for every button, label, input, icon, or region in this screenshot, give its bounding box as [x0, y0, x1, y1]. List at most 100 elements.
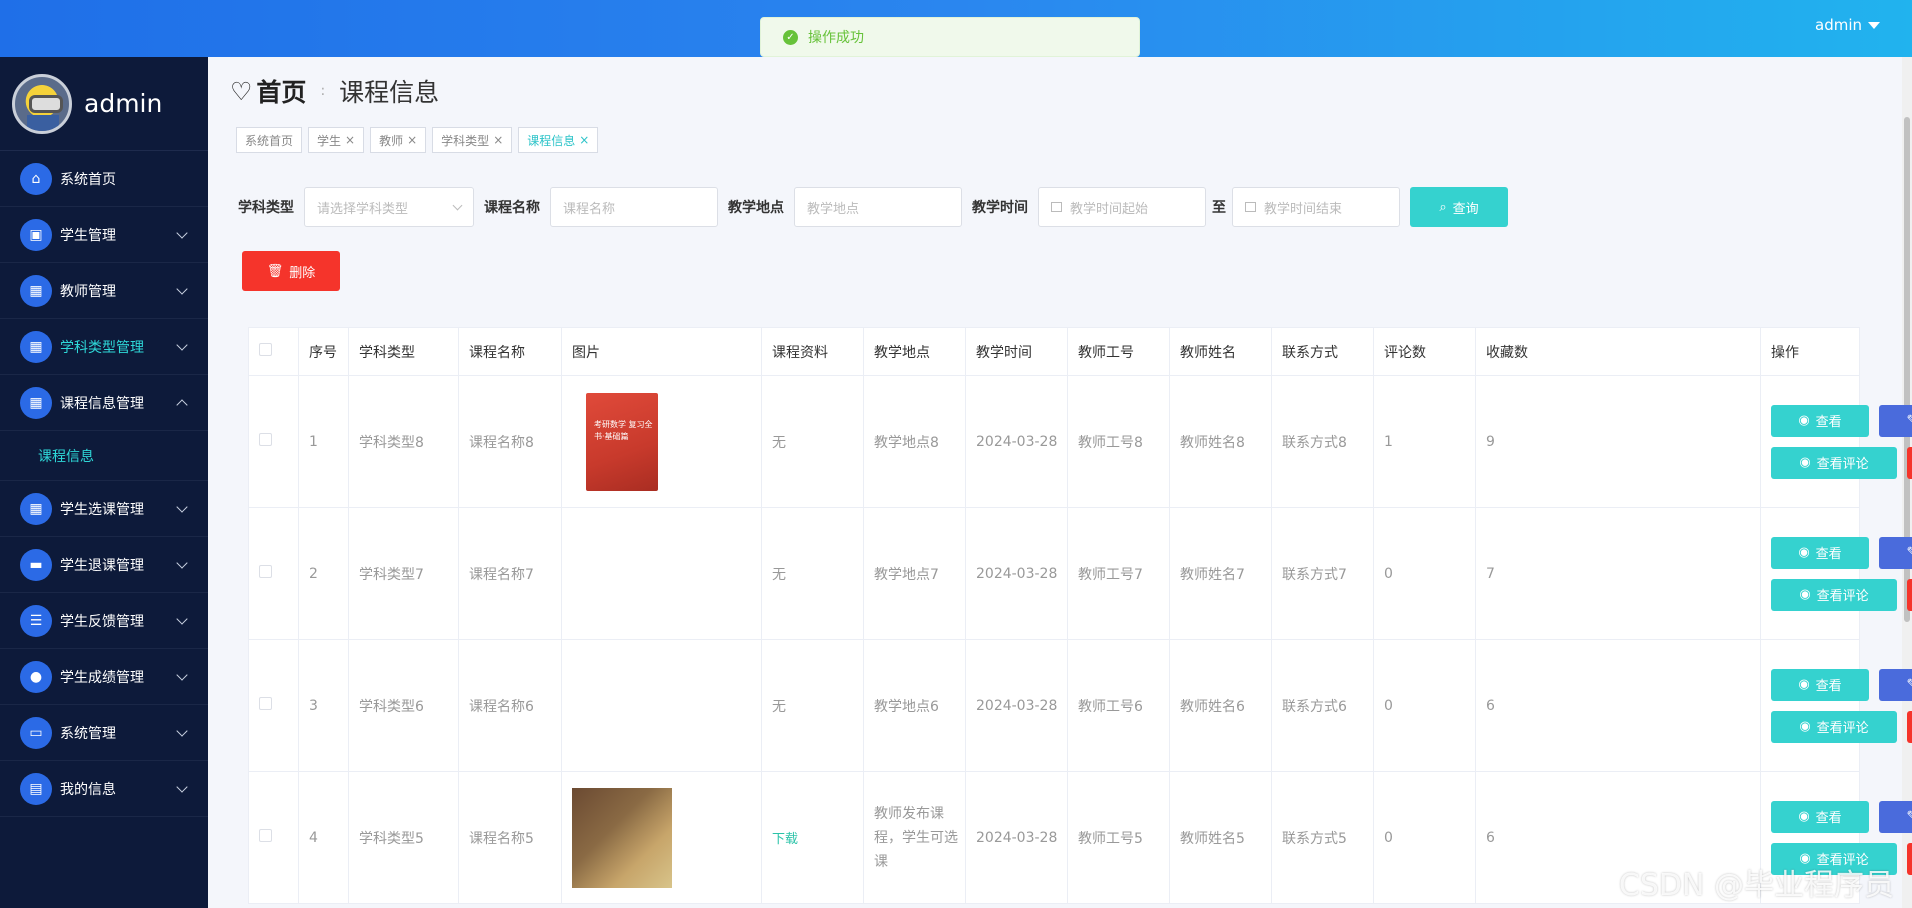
delete-button[interactable]: 🗑删除: [1907, 842, 1912, 875]
tab-label: 课程信息: [527, 133, 576, 148]
batch-delete-button[interactable]: 🗑 删除: [242, 251, 340, 291]
sidebar-item-label: 学生选课管理: [60, 501, 144, 518]
calendar-icon: [1245, 202, 1256, 212]
tab-bar: 系统首页 学生 × 教师 × 学科类型 × 课程信息 ×: [236, 127, 599, 153]
sidebar-item-7[interactable]: ☰ 学生反馈管理: [0, 593, 208, 649]
cell-comments: 0: [1373, 771, 1476, 904]
download-link[interactable]: 下载: [772, 832, 798, 847]
chevron-down-icon: [176, 283, 188, 295]
column-header: 图片: [561, 327, 762, 376]
chevron-down-icon: [176, 781, 188, 793]
chevron-down-icon: [176, 669, 188, 681]
edit-button[interactable]: ✎修改: [1879, 404, 1912, 437]
view-button-label: 查看: [1815, 415, 1842, 430]
sidebar-item-4[interactable]: ▦ 课程信息管理: [0, 375, 208, 431]
view-comments-button-label: 查看评论: [1816, 589, 1869, 604]
course-input[interactable]: 课程名称: [550, 187, 718, 227]
cell-image: [561, 771, 762, 904]
location-label: 教学地点: [728, 200, 784, 216]
sidebar-subitem-course-info[interactable]: 课程信息: [0, 431, 208, 481]
view-button[interactable]: ◉ 查看: [1771, 800, 1869, 833]
sidebar-item-3[interactable]: ▦ 学科类型管理: [0, 319, 208, 375]
chevron-down-icon: [176, 501, 188, 513]
table-row: 1 学科类型8 课程名称8 考研数学 复习全书·基础篇无教学地点8 2024-03-28…: [248, 375, 1912, 508]
page-scrollbar[interactable]: [1902, 57, 1912, 908]
filter-bar: 学科类型 请选择学科类型 课程名称 课程名称 教学地点 教学地点 教学时间 教学…: [238, 187, 1508, 227]
time-start-placeholder: 教学时间起始: [1070, 201, 1149, 217]
row-checkbox[interactable]: [259, 697, 272, 710]
select-all-checkbox[interactable]: [259, 343, 272, 356]
sidebar-item-2[interactable]: ▦ 教师管理: [0, 263, 208, 319]
breadcrumb-home[interactable]: ♡ 首页: [230, 73, 306, 109]
heart-icon: ♡: [230, 76, 253, 106]
location-placeholder: 教学地点: [807, 201, 860, 217]
tab-0[interactable]: 系统首页: [236, 127, 303, 153]
delete-button[interactable]: 🗑删除: [1907, 578, 1912, 611]
cell-time: 2024-03-28: [965, 771, 1068, 904]
sidebar-item-9[interactable]: ▭ 系统管理: [0, 705, 208, 761]
eye-icon: ◉: [1798, 677, 1810, 692]
user-menu-label: admin: [1815, 16, 1862, 34]
chevron-down-icon: [452, 200, 463, 211]
row-checkbox-cell: [248, 375, 299, 508]
sidebar-item-1[interactable]: ▣ 学生管理: [0, 207, 208, 263]
view-button-label: 查看: [1815, 811, 1842, 826]
tab-4[interactable]: 课程信息 ×: [518, 127, 599, 153]
close-icon[interactable]: ×: [345, 133, 355, 147]
search-button-label: 查询: [1452, 201, 1479, 217]
row-actions: ◉ 查看 ✎修改 ◉ 查看评论 🗑删除: [1771, 536, 1912, 611]
sidebar-item-0[interactable]: ⌂ 系统首页: [0, 151, 208, 207]
cell-material: 无: [761, 639, 864, 772]
location-input[interactable]: 教学地点: [794, 187, 962, 227]
cell-teacher_name: 教师姓名7: [1169, 507, 1272, 640]
view-comments-button[interactable]: ◉ 查看评论: [1771, 446, 1897, 479]
actions-cell: ◉ 查看 ✎修改 ◉ 查看评论 🗑删除: [1760, 639, 1912, 772]
calendar-icon: [1051, 202, 1062, 212]
search-button[interactable]: ⌕ 查询: [1410, 187, 1508, 227]
cell-subject: 学科类型7: [348, 507, 459, 640]
table-row: 4 学科类型5 课程名称5 下载 教师发布课程，学生可选课 2024-03-28 教师工号5…: [248, 771, 1912, 904]
avatar: [12, 73, 72, 134]
cell-favorites: 7: [1475, 507, 1761, 640]
breadcrumb: ♡ 首页 : 课程信息: [230, 73, 439, 109]
close-icon[interactable]: ×: [579, 133, 589, 147]
view-comments-button[interactable]: ◉ 查看评论: [1771, 710, 1897, 743]
sidebar-item-label: 学生反馈管理: [60, 613, 144, 630]
header-checkbox-cell: [248, 327, 299, 376]
sidebar-item-5[interactable]: ▦ 学生选课管理: [0, 481, 208, 537]
row-checkbox[interactable]: [259, 829, 272, 842]
success-toast: ✓ 操作成功: [760, 17, 1140, 57]
view-comments-button[interactable]: ◉ 查看评论: [1771, 578, 1897, 611]
view-button[interactable]: ◉ 查看: [1771, 536, 1869, 569]
cell-teacher_id: 教师工号7: [1067, 507, 1170, 640]
row-checkbox[interactable]: [259, 433, 272, 446]
chevron-down-icon: [176, 613, 188, 625]
tab-3[interactable]: 学科类型 ×: [432, 127, 513, 153]
cell-subject: 学科类型6: [348, 639, 459, 772]
close-icon[interactable]: ×: [407, 133, 417, 147]
time-end-input[interactable]: 教学时间结束: [1232, 187, 1400, 227]
sidebar-item-8[interactable]: ● 学生成绩管理: [0, 649, 208, 705]
edit-button[interactable]: ✎修改: [1879, 536, 1912, 569]
tab-1[interactable]: 学生 ×: [308, 127, 365, 153]
cell-favorites: 6: [1475, 639, 1761, 772]
user-menu[interactable]: admin: [1815, 16, 1880, 34]
view-button[interactable]: ◉ 查看: [1771, 404, 1869, 437]
subject-select[interactable]: 请选择学科类型: [304, 187, 474, 227]
tab-2[interactable]: 教师 ×: [370, 127, 427, 153]
sidebar-item-label: 学生管理: [60, 227, 116, 244]
time-start-input[interactable]: 教学时间起始: [1038, 187, 1206, 227]
chevron-down-icon: [176, 557, 188, 569]
time-label: 教学时间: [972, 200, 1028, 216]
edit-button[interactable]: ✎修改: [1879, 668, 1912, 701]
delete-button[interactable]: 🗑删除: [1907, 446, 1912, 479]
sidebar-item-10[interactable]: ▤ 我的信息: [0, 761, 208, 817]
sidebar-item-label: 教师管理: [60, 283, 116, 300]
table-row: 2 学科类型7 课程名称7 无教学地点7 2024-03-28 教师工号7 教师姓名7 联系方…: [248, 507, 1912, 640]
view-button[interactable]: ◉ 查看: [1771, 668, 1869, 701]
row-checkbox[interactable]: [259, 565, 272, 578]
sidebar-item-6[interactable]: ▬ 学生退课管理: [0, 537, 208, 593]
close-icon[interactable]: ×: [493, 133, 503, 147]
edit-button[interactable]: ✎修改: [1879, 800, 1912, 833]
delete-button[interactable]: 🗑删除: [1907, 710, 1912, 743]
